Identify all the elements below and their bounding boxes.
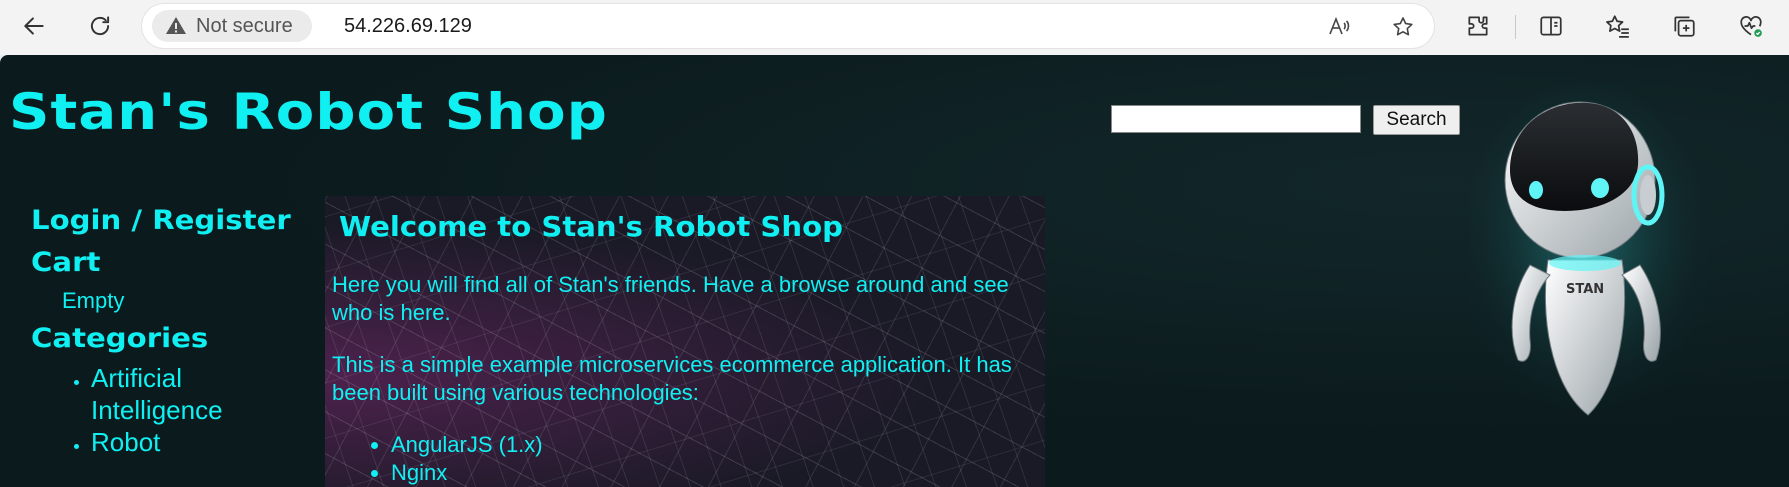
site-title[interactable]: Stan's Robot Shop <box>9 83 608 141</box>
login-register-link[interactable]: Login / Register <box>31 200 333 242</box>
collections-icon[interactable] <box>1669 11 1699 41</box>
technology-list: AngularJS (1.x) Nginx <box>332 431 543 487</box>
welcome-heading: Welcome to Stan's Robot Shop <box>339 210 843 243</box>
extensions-icon[interactable] <box>1463 11 1493 41</box>
cart-status: Empty <box>62 288 125 313</box>
favorite-star-icon[interactable] <box>1390 14 1416 40</box>
site-info-button[interactable]: Not secure <box>152 10 312 42</box>
address-bar[interactable]: Not secure 54.226.69.129 <box>142 4 1434 48</box>
search-input[interactable] <box>1111 105 1361 133</box>
cart-link[interactable]: Cart <box>31 242 333 284</box>
list-item: AngularJS (1.x) <box>391 431 543 459</box>
categories-heading: Categories <box>31 323 209 354</box>
toolbar-separator <box>1515 15 1516 39</box>
category-list: Artificial Intelligence Robot <box>31 362 311 458</box>
list-item: Artificial Intelligence <box>91 362 311 426</box>
split-screen-icon[interactable] <box>1536 11 1566 41</box>
intro-paragraph: Here you will find all of Stan's friends… <box>332 272 1009 325</box>
welcome-panel: Welcome to Stan's Robot Shop Here you wi… <box>325 196 1045 487</box>
web-page: Stan's Robot Shop Search Login / Registe… <box>0 55 1789 487</box>
sidebar: Login / Register Cart Empty Categories A… <box>31 200 311 458</box>
favorites-icon[interactable] <box>1603 11 1633 41</box>
refresh-icon[interactable] <box>82 8 118 44</box>
list-item: Nginx <box>391 459 543 487</box>
back-arrow-icon[interactable] <box>16 8 52 44</box>
not-secure-label: Not secure <box>196 14 293 37</box>
warning-icon <box>164 14 188 38</box>
url-text[interactable]: 54.226.69.129 <box>344 15 472 38</box>
browser-essentials-icon[interactable] <box>1736 11 1766 41</box>
description-paragraph: This is a simple example microservices e… <box>332 352 1012 405</box>
list-item: Robot <box>91 426 311 458</box>
category-link-artificial-intelligence[interactable]: Artificial Intelligence <box>91 363 223 425</box>
search-button[interactable]: Search <box>1373 105 1460 135</box>
robot-badge-text: STAN <box>1566 282 1604 297</box>
browser-toolbar: Not secure 54.226.69.129 <box>0 0 1789 55</box>
read-aloud-icon[interactable] <box>1326 14 1352 40</box>
category-link-robot[interactable]: Robot <box>91 427 160 457</box>
robot-mascot-image: STAN <box>1470 85 1710 430</box>
